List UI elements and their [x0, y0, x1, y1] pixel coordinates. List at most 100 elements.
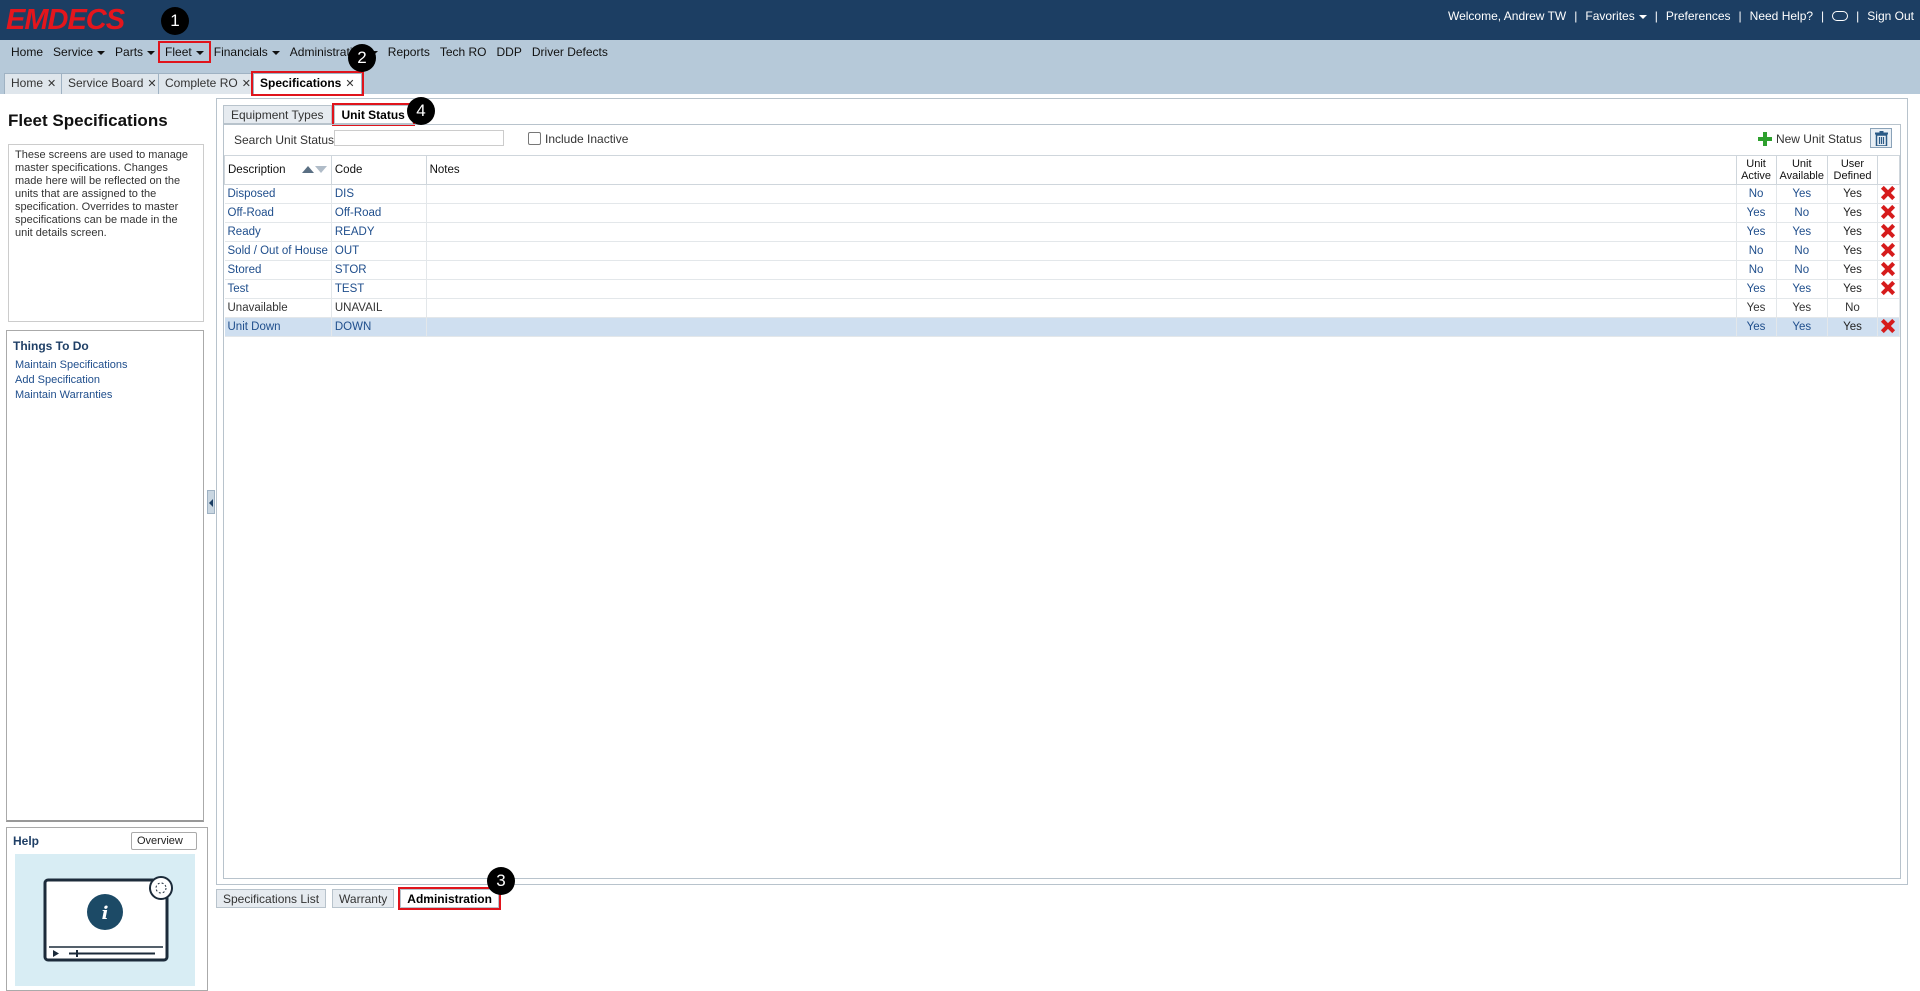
main-content-panel: Equipment Types Unit Status Search Unit …: [216, 98, 1908, 885]
column-unit-available[interactable]: Unit Available: [1775, 155, 1829, 185]
sign-out-link[interactable]: Sign Out: [1867, 9, 1914, 23]
doc-tab-complete-ro[interactable]: Complete RO ✕: [158, 73, 258, 94]
chevron-down-icon: [271, 50, 280, 55]
cell-delete: [1877, 241, 1901, 261]
chat-icon[interactable]: [1832, 11, 1849, 21]
include-inactive-label[interactable]: Include Inactive: [545, 132, 628, 146]
cell-description[interactable]: Unit Down: [224, 317, 332, 337]
cell-user-defined: Yes: [1827, 317, 1878, 337]
delete-x-icon[interactable]: [1881, 243, 1895, 257]
doc-tab-service-board[interactable]: Service Board ✕: [61, 73, 164, 94]
chevron-down-icon: [195, 50, 204, 55]
table-row[interactable]: Disposed DIS No Yes Yes: [224, 184, 1901, 204]
doc-tab-specifications[interactable]: Specifications ✕: [251, 71, 364, 96]
cell-unit-active: Yes: [1736, 298, 1777, 318]
favorites-menu[interactable]: Favorites: [1585, 9, 1647, 23]
cell-code[interactable]: UNAVAIL: [331, 298, 427, 318]
help-video-thumbnail[interactable]: i: [15, 854, 195, 986]
preferences-link[interactable]: Preferences: [1666, 9, 1731, 23]
search-unit-status-input[interactable]: [334, 130, 504, 146]
cell-description[interactable]: Sold / Out of House: [224, 241, 332, 261]
cell-code[interactable]: TEST: [331, 279, 427, 299]
table-row[interactable]: Off-Road Off-Road Yes No Yes: [224, 203, 1901, 223]
table-row[interactable]: Test TEST Yes Yes Yes: [224, 279, 1901, 299]
cell-description[interactable]: Test: [224, 279, 332, 299]
cell-delete: [1877, 184, 1901, 204]
cell-code[interactable]: DIS: [331, 184, 427, 204]
help-topic-select[interactable]: Overview: [131, 832, 197, 860]
cell-delete: [1877, 279, 1901, 299]
include-inactive-checkbox[interactable]: [528, 132, 541, 145]
things-to-do-panel: Things To Do Maintain Specifications Add…: [6, 330, 204, 822]
nav-parts[interactable]: Parts: [110, 43, 160, 61]
link-maintain-specifications[interactable]: Maintain Specifications: [13, 358, 197, 373]
close-icon[interactable]: ✕: [345, 78, 354, 90]
sort-icon[interactable]: [301, 164, 327, 176]
cell-code[interactable]: Off-Road: [331, 203, 427, 223]
things-to-do-title: Things To Do: [13, 339, 89, 353]
nav-financials[interactable]: Financials: [209, 43, 285, 61]
close-icon[interactable]: ✕: [242, 78, 251, 90]
column-notes[interactable]: Notes: [425, 155, 1737, 185]
table-row[interactable]: Unavailable UNAVAIL Yes Yes No: [224, 298, 1901, 318]
cell-notes: [426, 279, 1737, 299]
delete-x-icon[interactable]: [1881, 281, 1895, 295]
cell-unit-active: Yes: [1736, 317, 1777, 337]
cell-description[interactable]: Disposed: [224, 184, 332, 204]
table-row[interactable]: Sold / Out of House OUT No No Yes: [224, 241, 1901, 261]
cell-description[interactable]: Ready: [224, 222, 332, 242]
link-add-specification[interactable]: Add Specification: [13, 373, 197, 388]
cell-description[interactable]: Off-Road: [224, 203, 332, 223]
delete-x-icon[interactable]: [1881, 186, 1895, 200]
close-icon[interactable]: ✕: [147, 78, 156, 90]
new-unit-status-button[interactable]: New Unit Status: [1757, 132, 1862, 146]
nav-home[interactable]: Home: [6, 43, 48, 61]
nav-fleet[interactable]: Fleet: [158, 41, 211, 63]
nav-driver-defects[interactable]: Driver Defects: [527, 43, 613, 61]
cell-user-defined: Yes: [1827, 241, 1878, 261]
column-description[interactable]: Description: [224, 155, 332, 185]
tab-unit-status[interactable]: Unit Status: [331, 103, 415, 126]
column-unit-active[interactable]: Unit Active: [1735, 155, 1777, 185]
nav-reports[interactable]: Reports: [383, 43, 435, 61]
tab-warranty[interactable]: Warranty: [332, 889, 395, 908]
cell-description[interactable]: Stored: [224, 260, 332, 280]
cell-unit-available: Yes: [1776, 298, 1829, 318]
user-links: Welcome, Andrew TW | Favorites | Preferenc…: [1447, 9, 1914, 23]
tab-equipment-types[interactable]: Equipment Types: [223, 105, 332, 124]
table-header-row: Description Code Notes Unit Active Unit Av…: [224, 155, 1901, 185]
cell-code[interactable]: OUT: [331, 241, 427, 261]
delete-x-icon[interactable]: [1881, 224, 1895, 238]
link-maintain-warranties[interactable]: Maintain Warranties: [13, 388, 197, 403]
table-row[interactable]: Stored STOR No No Yes: [224, 260, 1901, 280]
delete-x-icon[interactable]: [1881, 262, 1895, 276]
table-row-selected[interactable]: Unit Down DOWN Yes Yes Yes: [224, 317, 1901, 337]
tab-administration[interactable]: Administration: [398, 887, 501, 910]
doc-tab-home[interactable]: Home ✕: [4, 73, 64, 94]
table-row[interactable]: Ready READY Yes Yes Yes: [224, 222, 1901, 242]
tab-specifications-list[interactable]: Specifications List: [216, 889, 327, 908]
cell-code[interactable]: DOWN: [331, 317, 427, 337]
cell-code[interactable]: STOR: [331, 260, 427, 280]
delete-x-icon[interactable]: [1881, 205, 1895, 219]
help-link[interactable]: Need Help?: [1750, 9, 1813, 23]
nav-ddp[interactable]: DDP: [492, 43, 527, 61]
close-icon[interactable]: ✕: [47, 78, 56, 90]
video-player-icon: i: [43, 876, 173, 962]
column-user-defined[interactable]: User Defined: [1827, 155, 1878, 185]
page-title: Fleet Specifications: [8, 111, 168, 130]
add-icon: [1757, 132, 1772, 146]
callout-1: 1: [161, 7, 189, 35]
delete-button[interactable]: [1870, 128, 1892, 148]
collapse-left-panel-handle[interactable]: [207, 490, 215, 514]
nav-tech-ro[interactable]: Tech RO: [435, 43, 492, 61]
cell-description[interactable]: Unavailable: [224, 298, 332, 318]
cell-user-defined: Yes: [1827, 279, 1878, 299]
delete-x-icon[interactable]: [1881, 319, 1895, 333]
cell-unit-active: Yes: [1736, 279, 1777, 299]
column-code[interactable]: Code: [330, 155, 427, 185]
cell-unit-active: No: [1736, 184, 1777, 204]
nav-service[interactable]: Service: [48, 43, 110, 61]
cell-unit-available: No: [1776, 260, 1829, 280]
cell-code[interactable]: READY: [331, 222, 427, 242]
